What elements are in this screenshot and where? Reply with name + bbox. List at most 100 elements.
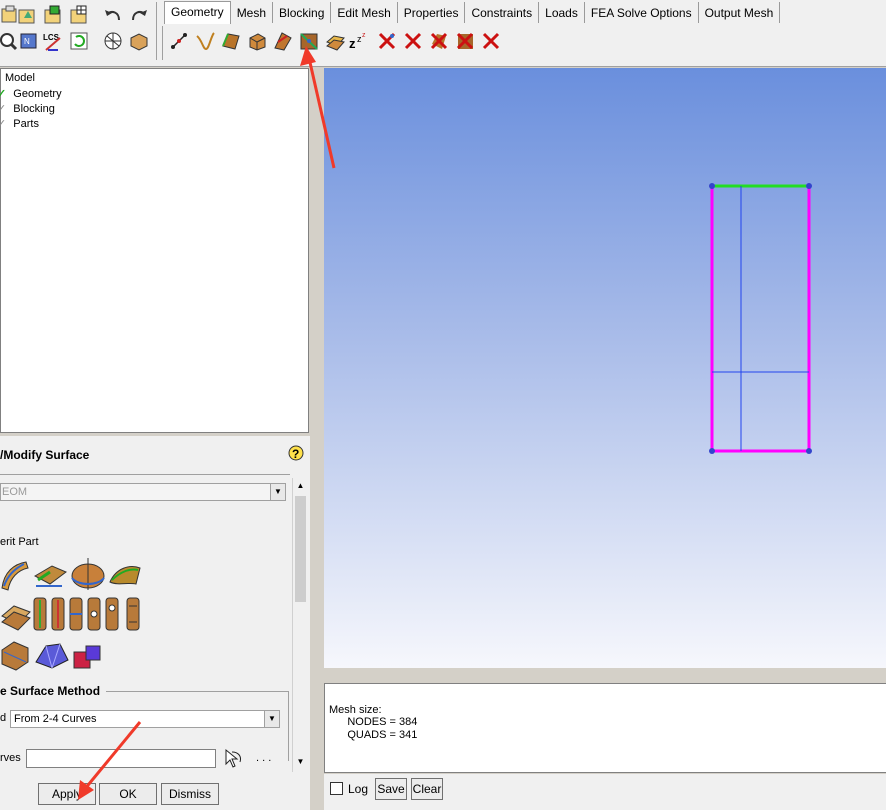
offset-surface-icon[interactable] bbox=[0, 596, 32, 632]
tree-root-model[interactable]: Model bbox=[5, 72, 35, 84]
measure-icon[interactable]: N bbox=[18, 30, 40, 52]
select-curves-icon[interactable] bbox=[222, 746, 244, 770]
wireframe-icon[interactable] bbox=[102, 30, 124, 52]
create-face-icon[interactable] bbox=[272, 30, 294, 52]
tab-bar: Geometry Mesh Blocking Edit Mesh Propert… bbox=[164, 1, 781, 24]
tree-item-label: Geometry bbox=[13, 88, 62, 100]
delete-any-entity-icon[interactable] bbox=[480, 30, 502, 52]
sweep-surface-icon[interactable] bbox=[32, 558, 68, 592]
dismiss-button[interactable]: Dismiss bbox=[161, 783, 219, 805]
part-select-value: EOM bbox=[2, 486, 28, 498]
undo-icon[interactable] bbox=[102, 4, 124, 26]
checkmark-icon[interactable]: ✓ bbox=[0, 103, 6, 115]
checkmark-icon[interactable]: ✓ bbox=[0, 88, 6, 100]
ok-button[interactable]: OK bbox=[99, 783, 157, 805]
delete-point-icon[interactable] bbox=[376, 30, 398, 52]
panel-scrollbar[interactable]: ▲ ▼ bbox=[292, 478, 309, 772]
curves-input[interactable] bbox=[26, 749, 216, 768]
midsurface-icon[interactable] bbox=[32, 596, 48, 632]
create-point-icon[interactable] bbox=[168, 30, 190, 52]
tab-constraints[interactable]: Constraints bbox=[465, 2, 540, 23]
save-button[interactable]: Save bbox=[375, 778, 407, 800]
vertex-point bbox=[806, 448, 812, 454]
main-toolbar: N LCS Geometry Mesh Blocking Edit Mesh P… bbox=[0, 0, 886, 67]
divider bbox=[288, 691, 289, 761]
surface-of-revolution-icon[interactable] bbox=[70, 554, 106, 592]
apply-button[interactable]: Apply bbox=[38, 783, 96, 805]
help-icon[interactable]: ? bbox=[288, 444, 304, 464]
clear-button[interactable]: Clear bbox=[411, 778, 443, 800]
surface-outline bbox=[710, 184, 811, 453]
tab-loads[interactable]: Loads bbox=[539, 2, 585, 23]
create-body-icon[interactable] bbox=[246, 30, 268, 52]
scroll-up-icon[interactable]: ▲ bbox=[293, 478, 308, 494]
open-blocking-icon[interactable] bbox=[42, 4, 64, 26]
log-label: Log bbox=[348, 782, 369, 796]
segment-surface-icon[interactable] bbox=[50, 596, 66, 632]
message-console: Mesh size: NODES = 384 QUADS = 341 bbox=[324, 683, 886, 773]
tab-geometry[interactable]: Geometry bbox=[164, 1, 231, 24]
curve-driven-surface-icon[interactable] bbox=[0, 558, 30, 592]
tree-item-label: Parts bbox=[13, 118, 39, 130]
trim-surface-icon[interactable] bbox=[68, 596, 84, 632]
delete-body-icon[interactable] bbox=[454, 30, 476, 52]
chevron-down-icon[interactable]: ▼ bbox=[270, 484, 285, 500]
tab-output-mesh[interactable]: Output Mesh bbox=[699, 2, 781, 23]
create-curve-icon[interactable] bbox=[194, 30, 216, 52]
repair-geometry-icon[interactable] bbox=[298, 30, 320, 52]
graphics-viewport[interactable] bbox=[324, 68, 886, 668]
geometry-canvas bbox=[709, 183, 812, 454]
method-label: d bbox=[0, 712, 7, 724]
method-select-value: From 2-4 Curves bbox=[14, 713, 97, 725]
simple-surface-icon[interactable] bbox=[0, 638, 30, 672]
svg-text:N: N bbox=[24, 37, 30, 46]
svg-text:z: z bbox=[362, 32, 366, 39]
delete-curve-icon[interactable] bbox=[402, 30, 424, 52]
untrim-surface-icon[interactable] bbox=[124, 596, 142, 632]
redo-icon[interactable] bbox=[128, 4, 150, 26]
tab-properties[interactable]: Properties bbox=[398, 2, 466, 23]
open-mesh-icon[interactable] bbox=[68, 4, 90, 26]
solid-shade-icon[interactable] bbox=[128, 30, 150, 52]
scroll-down-icon[interactable]: ▼ bbox=[293, 754, 308, 770]
part-select[interactable]: EOM ▼ bbox=[0, 483, 286, 501]
convert-surface-icon[interactable] bbox=[72, 642, 104, 672]
refresh-icon[interactable] bbox=[68, 30, 90, 52]
panel-title: /Modify Surface bbox=[0, 448, 90, 462]
svg-text:?: ? bbox=[292, 447, 299, 461]
open-geometry-icon[interactable] bbox=[16, 4, 38, 26]
console-line: NODES = 384 bbox=[329, 716, 418, 728]
tab-fea-solve-options[interactable]: FEA Solve Options bbox=[585, 2, 699, 23]
tree-item-geometry[interactable]: ✓ Geometry bbox=[0, 87, 62, 100]
curves-label: rves bbox=[0, 752, 21, 764]
inherit-part-label: erit Part bbox=[0, 536, 39, 548]
tree-item-parts[interactable]: ✓ Parts bbox=[0, 117, 39, 130]
svg-text:z: z bbox=[349, 36, 356, 51]
checkmark-icon[interactable]: ✓ bbox=[0, 118, 6, 130]
sleep-geometry-icon[interactable]: zzz bbox=[348, 30, 370, 52]
create-surface-icon[interactable] bbox=[220, 30, 242, 52]
delete-surface-icon[interactable] bbox=[428, 30, 450, 52]
tree-item-blocking[interactable]: ✓ Blocking bbox=[0, 102, 55, 115]
vertex-point bbox=[806, 183, 812, 189]
local-coords-icon[interactable]: LCS bbox=[42, 30, 64, 52]
extend-surface-icon[interactable] bbox=[104, 596, 120, 632]
scroll-thumb[interactable] bbox=[295, 496, 306, 602]
more-options-dots[interactable]: . . . bbox=[256, 752, 271, 764]
panel-splitter[interactable] bbox=[309, 68, 321, 810]
loft-surface-icon[interactable] bbox=[108, 560, 142, 590]
console-line: Mesh size: bbox=[329, 704, 382, 716]
tab-edit-mesh[interactable]: Edit Mesh bbox=[331, 2, 398, 23]
tab-blocking[interactable]: Blocking bbox=[273, 2, 332, 23]
divider bbox=[0, 474, 290, 475]
model-tree: Model ✓ Geometry ✓ Blocking ✓ Parts bbox=[0, 68, 309, 433]
surface-from-mesh-icon[interactable] bbox=[34, 638, 70, 672]
tree-item-label: Blocking bbox=[13, 103, 55, 115]
transform-geometry-icon[interactable] bbox=[324, 30, 346, 52]
log-checkbox[interactable] bbox=[330, 782, 343, 795]
chevron-down-icon[interactable]: ▼ bbox=[264, 711, 279, 727]
divider bbox=[106, 691, 288, 692]
method-select[interactable]: From 2-4 Curves ▼ bbox=[10, 710, 280, 728]
tab-mesh[interactable]: Mesh bbox=[231, 2, 274, 23]
merge-surface-icon[interactable] bbox=[86, 596, 102, 632]
